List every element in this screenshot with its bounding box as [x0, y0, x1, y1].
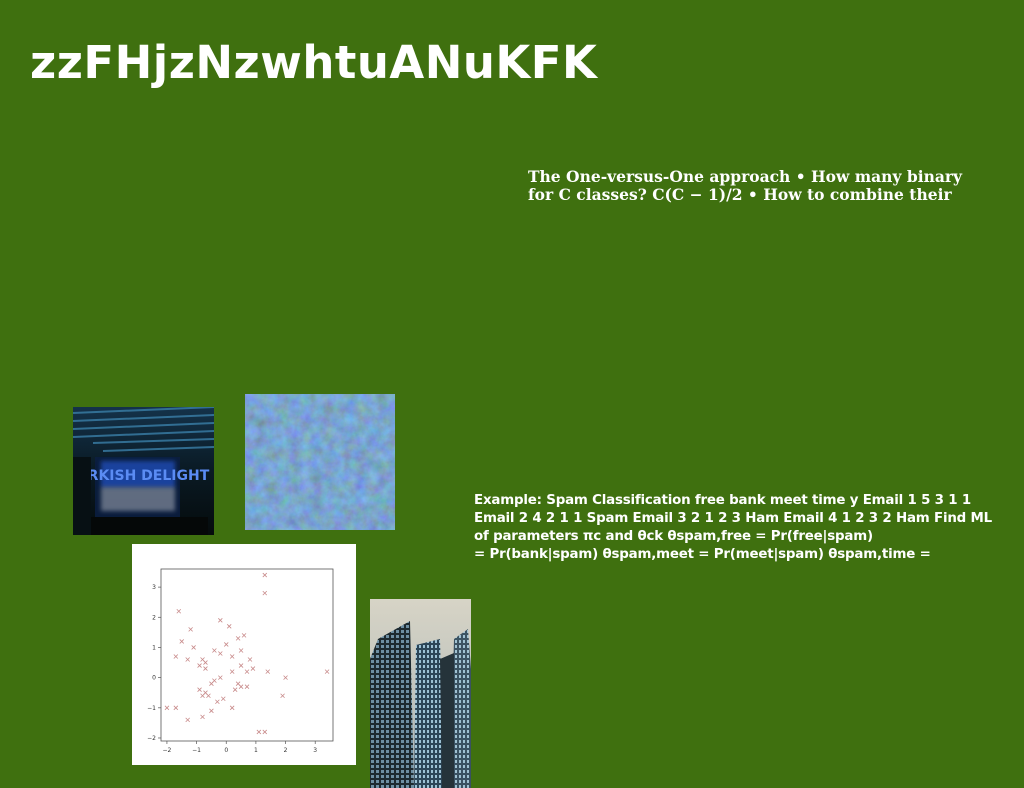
x-tick-label: 1: [254, 747, 258, 754]
y-tick-label: 0: [152, 675, 156, 682]
y-axis-ticks: 3 2 1 0 −1 −2: [147, 584, 161, 742]
scatter-point: [223, 642, 229, 647]
scatter-point: [229, 669, 235, 674]
y-tick-label: 1: [152, 644, 156, 651]
text-line: = Pr(bank|spam) θspam,meet = Pr(meet|spa…: [474, 547, 931, 562]
scatter-point: [220, 696, 226, 702]
text-block-spam-example: Example: Spam Classification free bank m…: [474, 492, 1014, 564]
scatter-plot: −2 −1 0 1 2 3 3 2 1 0 −1 −2: [147, 568, 334, 754]
neon-text-top: TURKISH DELIGHT: [73, 468, 210, 484]
scatter-point: [324, 669, 330, 674]
neon-sign-image: TURKISH DELIGHT: [73, 407, 214, 535]
x-tick-label: −2: [163, 747, 172, 754]
scatter-point: [209, 681, 214, 686]
texture-image: [245, 394, 395, 530]
scatter-point: [164, 705, 170, 711]
scatter-point: [191, 645, 196, 650]
text-line: Email 2 4 2 1 1 Spam Email 3 2 1 2 3 Ham…: [474, 511, 992, 526]
x-tick-label: 2: [284, 747, 288, 754]
data-points: [164, 572, 330, 735]
scatter-point: [203, 666, 208, 671]
scatter-point: [197, 687, 202, 692]
scatter-point: [215, 699, 220, 705]
scatter-point: [262, 572, 268, 578]
x-tick-label: −1: [192, 747, 201, 754]
scatter-point: [256, 729, 262, 735]
scatter-point: [262, 729, 268, 735]
x-axis-ticks: −2 −1 0 1 2 3: [163, 741, 317, 754]
scatter-point: [262, 590, 268, 596]
scatter-point: [209, 708, 214, 714]
scatter-point: [232, 687, 238, 692]
scatter-point: [218, 651, 223, 656]
scatter-point: [238, 648, 244, 653]
scatter-point: [206, 693, 211, 699]
scatter-point: [176, 608, 182, 614]
scatter-point: [173, 705, 179, 711]
text-block-one-vs-one: The One-versus-One approach • How many b…: [528, 168, 998, 204]
scatter-point: [185, 657, 190, 662]
scatter-point: [244, 669, 250, 674]
skyscrapers-image: [370, 599, 471, 788]
scatter-point: [250, 666, 256, 671]
scatter-point: [235, 636, 241, 641]
scatter-point: [200, 693, 205, 699]
scatter-point: [212, 648, 217, 653]
scatter-point: [247, 657, 253, 662]
text-line: Example: Spam Classification free bank m…: [474, 493, 971, 508]
scatter-point: [280, 693, 285, 699]
text-line: The One-versus-One approach • How many b…: [528, 167, 963, 186]
scatter-point: [265, 669, 271, 674]
y-tick-label: 3: [152, 584, 156, 591]
scatter-point: [173, 654, 179, 659]
scatter-point: [241, 633, 247, 638]
text-line: for C classes? C(C − 1)/2 • How to combi…: [528, 185, 952, 204]
scatter-plot-image: −2 −1 0 1 2 3 3 2 1 0 −1 −2: [132, 544, 356, 765]
text-line: of parameters πc and θck θspam,free = Pr…: [474, 529, 873, 544]
scatter-point: [218, 618, 223, 623]
scatter-point: [218, 675, 223, 680]
scatter-point: [203, 660, 208, 665]
slide-title: zzFHjzNzwhtuANuKFK: [30, 36, 598, 89]
scatter-point: [238, 684, 244, 689]
scatter-point: [179, 639, 185, 644]
scatter-point: [229, 705, 235, 711]
scatter-point: [283, 675, 288, 680]
scatter-point: [188, 627, 193, 632]
scatter-point: [226, 624, 232, 629]
y-tick-label: −2: [147, 735, 156, 742]
plot-frame: [160, 568, 334, 742]
x-tick-label: 0: [224, 747, 228, 754]
scatter-point: [229, 654, 235, 659]
x-tick-label: 3: [313, 747, 317, 754]
scatter-point: [244, 684, 250, 689]
scatter-point: [238, 663, 244, 668]
scatter-point: [200, 714, 205, 720]
y-tick-label: 2: [152, 614, 156, 621]
scatter-point: [185, 717, 190, 723]
scatter-point: [197, 663, 202, 668]
y-tick-label: −1: [147, 705, 156, 712]
